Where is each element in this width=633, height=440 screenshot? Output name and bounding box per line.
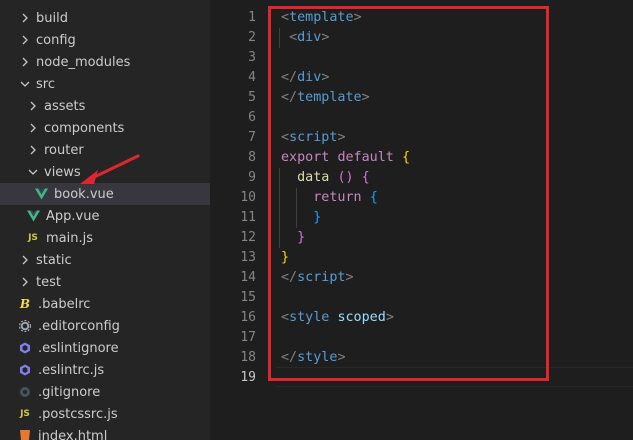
line-number: 5 — [248, 90, 256, 105]
line-number: 17 — [240, 330, 256, 345]
js-file-icon: JS — [20, 409, 30, 419]
explorer-item-label: src — [36, 76, 55, 92]
chevron-right-icon — [18, 253, 32, 267]
explorer-item-label: config — [36, 32, 76, 48]
vue-file-icon — [26, 209, 40, 223]
explorer-item-dot-eslintrc-js[interactable]: .eslintrc.js — [0, 359, 210, 381]
line-number: 13 — [240, 250, 256, 265]
line-number: 10 — [240, 190, 256, 205]
explorer-item-build[interactable]: build — [0, 7, 210, 29]
explorer-item-dot-editorconfig[interactable]: .editorconfig — [0, 315, 210, 337]
explorer-item-label: App.vue — [46, 208, 100, 224]
explorer-item-dot-gitignore[interactable]: .gitignore — [0, 381, 210, 403]
explorer-item-label: components — [44, 120, 125, 136]
chevron-right-icon — [26, 143, 40, 157]
explorer-item-label: main.js — [46, 230, 93, 246]
explorer-item-dot-postcssrc-js[interactable]: JS .postcssrc.js — [0, 403, 210, 425]
git-icon — [18, 385, 32, 399]
line-number: 3 — [248, 50, 256, 65]
explorer-item-label: .postcssrc.js — [38, 406, 118, 422]
line-number: 16 — [240, 310, 256, 325]
red-annotation-box — [268, 6, 549, 381]
explorer-item-label: node_modules — [36, 54, 131, 70]
eslint-icon — [18, 363, 32, 377]
line-number: 4 — [248, 70, 256, 85]
line-number: 11 — [240, 210, 256, 225]
vue-file-icon — [34, 187, 48, 201]
gear-icon — [18, 319, 32, 333]
explorer-item-index-html[interactable]: index.html — [0, 425, 210, 440]
explorer-item-app-vue[interactable]: App.vue — [0, 205, 210, 227]
chevron-right-icon — [26, 99, 40, 113]
explorer-item-main-js[interactable]: JS main.js — [0, 227, 210, 249]
chevron-down-icon — [18, 77, 32, 91]
chevron-right-icon — [18, 275, 32, 289]
explorer-item-label: .eslintignore — [38, 340, 119, 356]
line-number: 8 — [248, 150, 256, 165]
chevron-right-icon — [18, 33, 32, 47]
red-arrow-annotation — [80, 154, 140, 184]
line-number: 7 — [248, 130, 256, 145]
eslint-icon — [18, 341, 32, 355]
explorer-item-label: static — [36, 252, 72, 268]
html-file-icon — [18, 429, 32, 440]
explorer-item-config[interactable]: config — [0, 29, 210, 51]
explorer-item-test[interactable]: test — [0, 271, 210, 293]
explorer-item-components[interactable]: components — [0, 117, 210, 139]
chevron-down-icon — [26, 165, 40, 179]
babel-file-icon: B — [19, 297, 31, 311]
file-explorer: build config node_modulessrc assets componen… — [0, 0, 210, 440]
line-number: 12 — [240, 230, 256, 245]
explorer-item-label: .editorconfig — [38, 318, 120, 334]
chevron-right-icon — [26, 121, 40, 135]
explorer-item-assets[interactable]: assets — [0, 95, 210, 117]
line-number: 18 — [240, 350, 256, 365]
explorer-item-label: .babelrc — [38, 296, 91, 312]
explorer-item-static[interactable]: static — [0, 249, 210, 271]
explorer-item-label: test — [36, 274, 61, 290]
chevron-right-icon — [18, 55, 32, 69]
explorer-item-node-modules[interactable]: node_modules — [0, 51, 210, 73]
line-number: 15 — [240, 290, 256, 305]
explorer-item-label: index.html — [38, 428, 108, 440]
chevron-right-icon — [18, 11, 32, 25]
explorer-item-label: .eslintrc.js — [38, 362, 105, 378]
line-number: 6 — [248, 110, 256, 125]
explorer-item-dot-babelrc[interactable]: B .babelrc — [0, 293, 210, 315]
line-number: 9 — [248, 170, 256, 185]
line-number: 2 — [248, 30, 256, 45]
explorer-item-src[interactable]: src — [0, 73, 210, 95]
explorer-item-label: assets — [44, 98, 86, 114]
js-file-icon: JS — [28, 233, 38, 243]
explorer-item-label: build — [36, 10, 68, 26]
line-number: 1 — [248, 10, 256, 25]
explorer-item-label: .gitignore — [38, 384, 101, 400]
explorer-item-dot-eslintignore[interactable]: .eslintignore — [0, 337, 210, 359]
line-number: 14 — [240, 270, 256, 285]
line-number: 19 — [240, 370, 256, 385]
